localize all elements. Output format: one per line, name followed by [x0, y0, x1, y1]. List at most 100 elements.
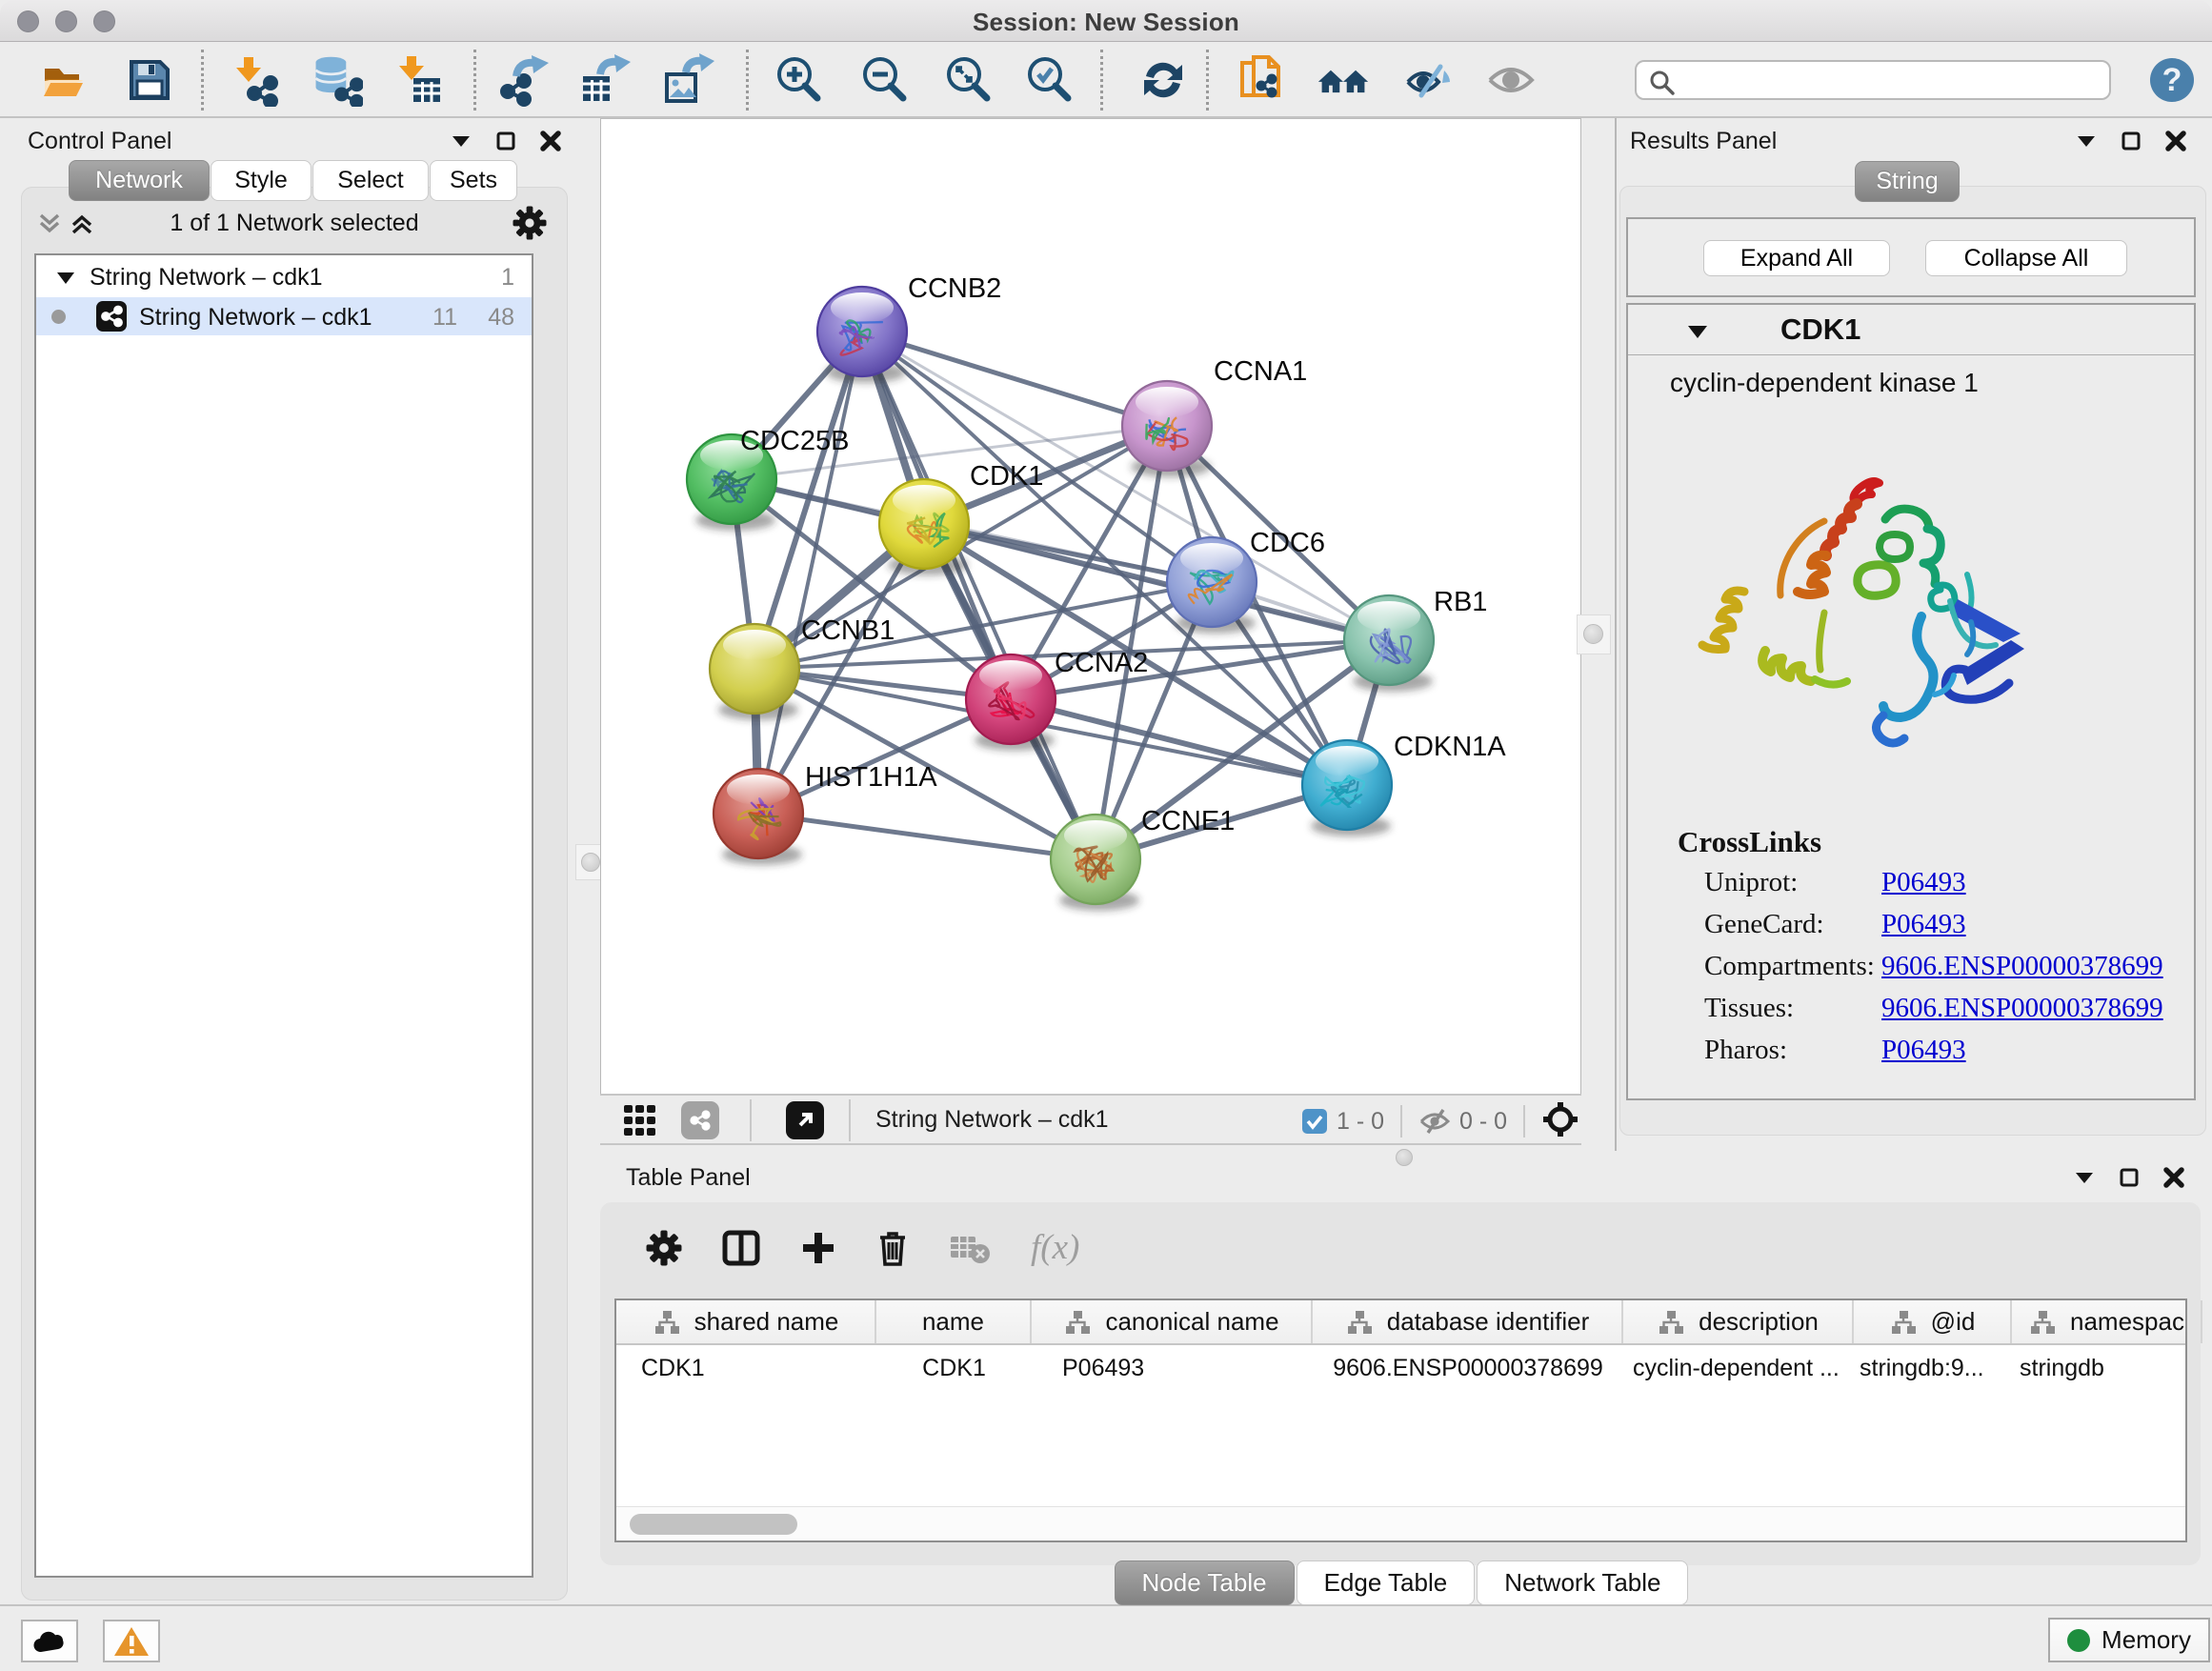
collapse-all-button[interactable]: Collapse All — [1925, 240, 2127, 276]
zoom-selected-button[interactable] — [1024, 53, 1077, 107]
network-node-CCNE1[interactable] — [1051, 815, 1140, 911]
save-session-button[interactable] — [123, 53, 176, 107]
import-table-button[interactable] — [392, 53, 446, 107]
table-column-header[interactable]: database identifier — [1313, 1300, 1623, 1343]
crosslink-link[interactable]: P06493 — [1881, 867, 1966, 898]
warnings-button[interactable] — [103, 1620, 160, 1662]
network-node-CDC6[interactable] — [1167, 537, 1257, 634]
tree-expander-icon[interactable] — [55, 270, 76, 287]
zoom-fit-button[interactable] — [943, 53, 996, 107]
table-gear-icon[interactable] — [646, 1230, 682, 1266]
expand-all-button[interactable]: Expand All — [1703, 240, 1890, 276]
protein-structure-image — [1681, 460, 2053, 775]
results-button-bar: Expand All Collapse All — [1626, 217, 2196, 297]
delete-table-icon[interactable] — [949, 1232, 991, 1264]
zoom-in-button[interactable] — [774, 53, 827, 107]
panel-menu-icon[interactable] — [2073, 1168, 2096, 1187]
table-tab-network-table[interactable]: Network Table — [1477, 1560, 1688, 1605]
split-panel-icon[interactable] — [722, 1230, 760, 1266]
panel-close-icon[interactable] — [539, 130, 562, 152]
panel-float-icon[interactable] — [2119, 1167, 2140, 1188]
network-edge[interactable] — [862, 332, 1167, 426]
table-column-header[interactable]: namespac — [2012, 1300, 2202, 1343]
refresh-button[interactable] — [1136, 53, 1190, 107]
left-splitter-handle[interactable] — [581, 853, 600, 872]
tab-sets[interactable]: Sets — [430, 160, 517, 201]
network-share-button[interactable] — [681, 1101, 719, 1139]
panel-close-icon[interactable] — [2164, 130, 2187, 152]
export-network-button[interactable] — [497, 53, 551, 107]
hscrollbar-thumb[interactable] — [630, 1514, 797, 1535]
network-node-RB1[interactable] — [1344, 595, 1434, 692]
function-builder-button[interactable]: f(x) — [1031, 1227, 1079, 1268]
network-node-CDK1[interactable] — [879, 479, 969, 575]
selected-checkbox-icon[interactable] — [1301, 1108, 1328, 1135]
network-node-CCNB2[interactable] — [817, 287, 907, 383]
open-session-button[interactable] — [37, 53, 90, 107]
right-splitter[interactable] — [1577, 614, 1611, 654]
crosslink-link[interactable]: 9606.ENSP00000378699 — [1881, 993, 2163, 1024]
network-canvas[interactable]: CCNB2CCNA1CDC25BCDK1CDC6RB1CCNB1CCNA2CDK… — [600, 118, 1581, 1094]
node-label-RB1: RB1 — [1434, 587, 1487, 617]
table-column-header[interactable]: description — [1623, 1300, 1854, 1343]
home-button[interactable] — [1317, 53, 1370, 107]
network-edge[interactable] — [758, 814, 1096, 859]
tab-select[interactable]: Select — [312, 160, 429, 201]
panel-close-icon[interactable] — [2162, 1166, 2185, 1189]
grid-view-button[interactable] — [621, 1101, 659, 1139]
birdseye-icon[interactable] — [1541, 1100, 1579, 1138]
tab-string[interactable]: String — [1855, 161, 1960, 202]
network-graph[interactable]: CCNB2CCNA1CDC25BCDK1CDC6RB1CCNB1CCNA2CDK… — [601, 119, 1582, 1095]
network-node-CCNB1[interactable] — [710, 624, 799, 720]
clone-network-button[interactable] — [1235, 53, 1288, 107]
import-network-button[interactable] — [228, 53, 281, 107]
network-options-gear-icon[interactable] — [513, 206, 547, 240]
eye-slash-icon — [1402, 53, 1456, 107]
zoom-out-button[interactable] — [859, 53, 913, 107]
help-button[interactable]: ? — [2145, 53, 2199, 107]
show-details-button[interactable] — [1484, 53, 1538, 107]
tab-network[interactable]: Network — [69, 160, 210, 201]
panel-float-icon[interactable] — [495, 131, 516, 151]
table-tab-edge-table[interactable]: Edge Table — [1297, 1560, 1476, 1605]
import-database-button[interactable] — [310, 53, 363, 107]
title-bar: Session: New Session — [0, 0, 2212, 42]
table-column-header[interactable]: @id — [1854, 1300, 2012, 1343]
network-node-CCNA1[interactable] — [1122, 381, 1212, 477]
memory-button[interactable]: Memory — [2048, 1618, 2210, 1662]
hide-details-button[interactable] — [1402, 53, 1456, 107]
crosslink-link[interactable]: P06493 — [1881, 909, 1966, 940]
crosslink-link[interactable]: P06493 — [1881, 1035, 1966, 1066]
right-splitter-handle[interactable] — [1583, 624, 1603, 644]
table-tab-node-table[interactable]: Node Table — [1115, 1560, 1295, 1605]
panel-float-icon[interactable] — [2121, 131, 2142, 151]
control-panel: Control Panel NetworkStyleSelectSets — [8, 118, 581, 1604]
gene-expander-icon[interactable] — [1685, 322, 1710, 343]
table-hscrollbar[interactable] — [616, 1506, 2185, 1540]
export-image-button[interactable] — [661, 53, 714, 107]
table-panel: Table Panel — [589, 1157, 2212, 1604]
panel-menu-icon[interactable] — [2075, 131, 2098, 151]
network-node-CDKN1A[interactable] — [1302, 740, 1392, 836]
network-collection-count: 1 — [501, 264, 514, 292]
network-collection-row[interactable]: String Network – cdk1 1 — [36, 259, 532, 297]
table-column-header[interactable]: canonical name — [1032, 1300, 1313, 1343]
panel-menu-icon[interactable] — [450, 131, 473, 151]
table-column-header[interactable]: shared name — [616, 1300, 876, 1343]
crosslink-label: Tissues: — [1704, 993, 1881, 1024]
delete-trash-icon[interactable] — [876, 1229, 909, 1267]
table-column-header[interactable]: name — [876, 1300, 1032, 1343]
add-column-icon[interactable] — [800, 1230, 836, 1266]
network-row-selected[interactable]: String Network – cdk1 11 48 — [36, 297, 532, 335]
toolbar-separator — [746, 50, 749, 111]
hidden-eye-icon[interactable] — [1418, 1108, 1451, 1135]
open-in-window-button[interactable] — [786, 1101, 824, 1139]
tab-style[interactable]: Style — [211, 160, 312, 201]
network-node-CCNA2[interactable] — [966, 654, 1056, 751]
table-row[interactable]: CDK1CDK1P064939606.ENSP00000378699cyclin… — [616, 1347, 2185, 1389]
network-node-HIST1H1A[interactable] — [714, 769, 803, 865]
cloud-status-button[interactable] — [21, 1620, 78, 1662]
search-input[interactable] — [1680, 64, 2100, 96]
export-table-button[interactable] — [577, 53, 631, 107]
crosslink-link[interactable]: 9606.ENSP00000378699 — [1881, 951, 2163, 982]
